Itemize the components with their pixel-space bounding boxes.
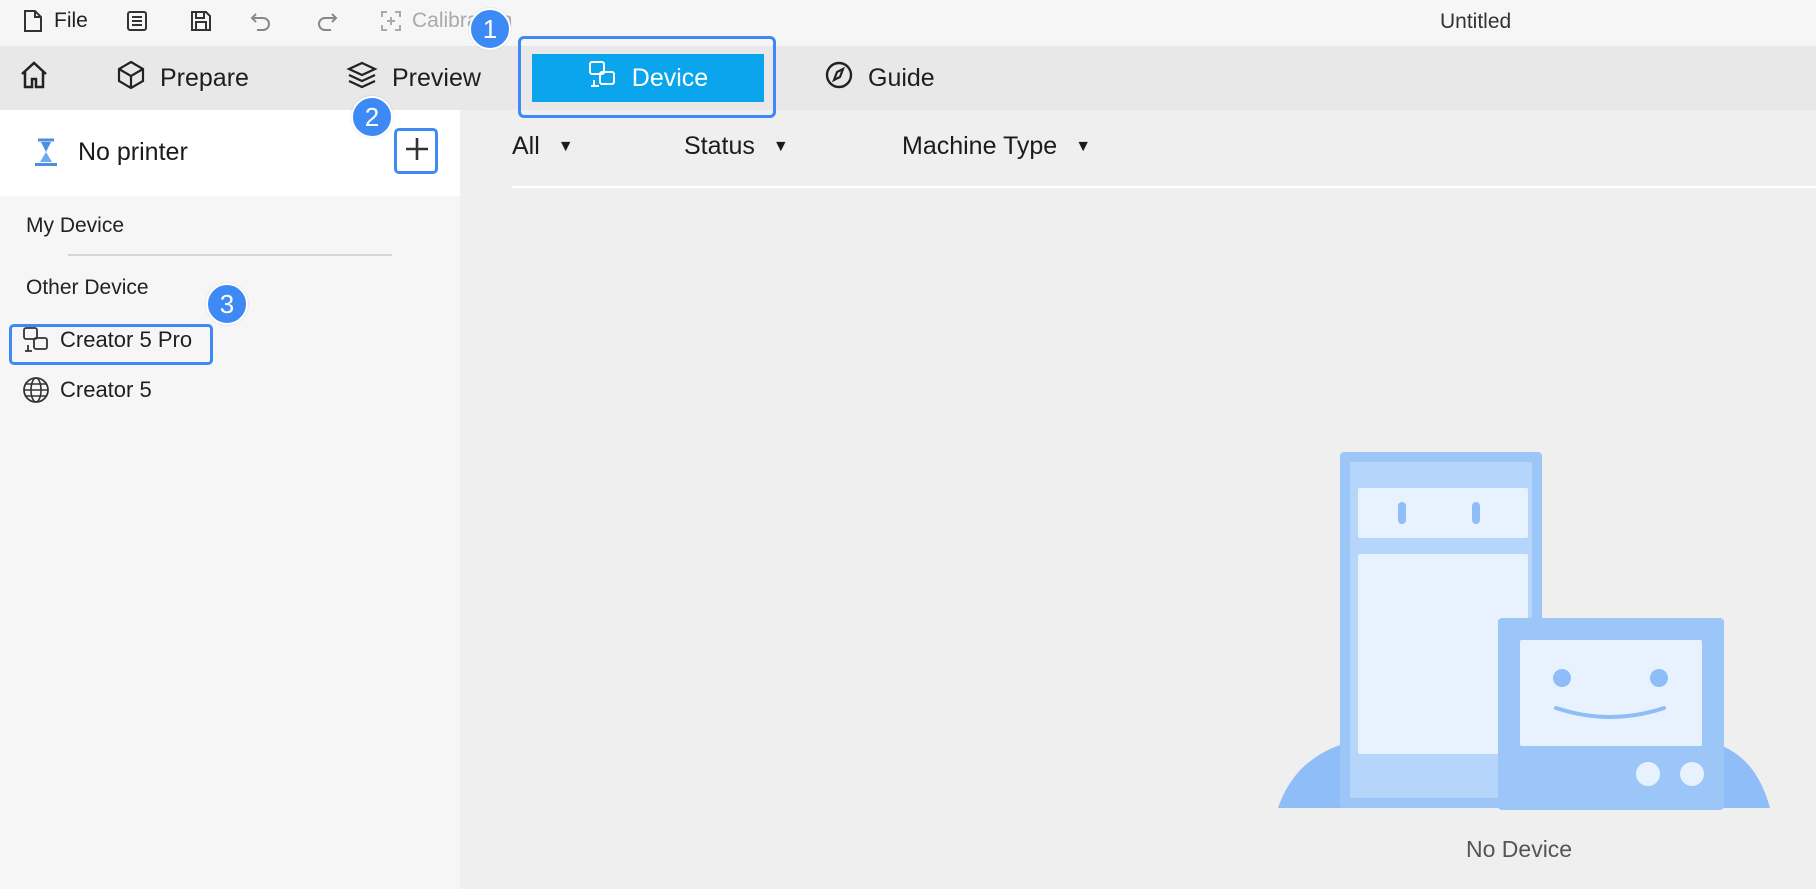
tab-prepare-label: Prepare	[160, 63, 249, 92]
filter-machine-type-dropdown[interactable]: Machine Type ▼	[902, 132, 1091, 161]
compass-icon	[824, 60, 854, 97]
redo-icon	[314, 8, 340, 34]
add-printer-button[interactable]	[398, 132, 436, 170]
calibration-icon	[378, 8, 404, 34]
file-menu[interactable]: File	[20, 8, 88, 34]
file-icon	[20, 8, 46, 34]
save-button[interactable]	[188, 8, 214, 34]
device-link-icon	[588, 60, 618, 97]
caret-down-icon: ▼	[1075, 137, 1092, 155]
device-sidebar: No printer My Device Other Device Creato…	[0, 110, 460, 889]
caret-down-icon: ▼	[557, 137, 574, 155]
device-name: Creator 5 Pro	[60, 327, 193, 352]
section-divider	[68, 254, 392, 256]
tab-device[interactable]: Device	[532, 54, 764, 102]
tab-preview-label: Preview	[392, 63, 481, 92]
home-icon	[18, 59, 50, 98]
document-title: Untitled	[1440, 10, 1512, 33]
redo-button[interactable]	[314, 8, 340, 34]
notes-button[interactable]	[124, 8, 150, 34]
device-name: Creator 5	[60, 377, 152, 402]
tab-guide-label: Guide	[868, 63, 935, 92]
device-item-creator-5[interactable]: Creator 5	[22, 376, 152, 404]
plus-icon	[403, 135, 431, 168]
device-link-icon	[22, 326, 50, 354]
tab-home[interactable]	[18, 54, 50, 102]
list-document-icon	[124, 8, 150, 34]
my-device-label: My Device	[26, 214, 125, 237]
tab-guide[interactable]: Guide	[824, 54, 935, 102]
tab-device-label: Device	[631, 63, 709, 92]
device-item-creator-5-pro[interactable]: Creator 5 Pro	[22, 326, 192, 354]
tab-prepare[interactable]: Prepare	[116, 54, 249, 102]
save-icon	[188, 8, 214, 34]
callout-1: 1	[469, 8, 511, 50]
callout-2: 2	[351, 96, 393, 138]
menu-bar: File Calibration Untitled	[0, 0, 1816, 46]
printer-name: No printer	[78, 138, 188, 166]
globe-icon	[22, 376, 50, 404]
tab-preview[interactable]: Preview	[346, 54, 481, 102]
filter-machine-type-label: Machine Type	[902, 132, 1058, 160]
filter-divider	[512, 186, 1816, 188]
undo-icon	[248, 8, 274, 34]
main-nav: Prepare Preview Device Guide	[0, 46, 1816, 110]
other-device-label: Other Device	[26, 276, 149, 299]
file-menu-label: File	[54, 9, 88, 32]
filter-all-dropdown[interactable]: All ▼	[512, 132, 574, 161]
no-device-illustration	[1278, 452, 1770, 810]
cube-icon	[116, 60, 146, 97]
printer-icon	[32, 136, 60, 168]
caret-down-icon: ▼	[772, 137, 789, 155]
filter-all-label: All	[512, 132, 540, 160]
callout-3: 3	[206, 283, 248, 325]
layers-icon	[346, 59, 378, 98]
empty-state-message: No Device	[1466, 836, 1573, 862]
filter-status-label: Status	[684, 132, 755, 160]
filter-status-dropdown[interactable]: Status ▼	[684, 132, 789, 161]
undo-button[interactable]	[248, 8, 274, 34]
